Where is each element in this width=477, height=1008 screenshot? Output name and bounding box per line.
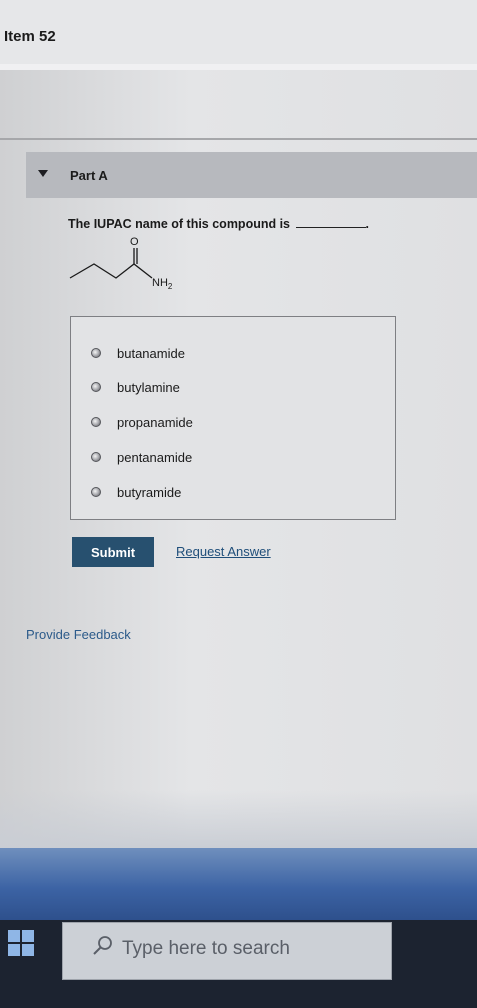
- provide-feedback-link[interactable]: Provide Feedback: [26, 627, 131, 642]
- answer-options: butanamide butylamine propanamide pentan…: [70, 316, 396, 520]
- radio-button[interactable]: [91, 452, 101, 462]
- page-bottom-fade: [0, 790, 477, 850]
- radio-button[interactable]: [91, 417, 101, 427]
- option-label: butanamide: [117, 345, 185, 361]
- triangle-down-icon[interactable]: [38, 170, 48, 177]
- desktop-background: [0, 848, 477, 922]
- option-label: pentanamide: [117, 449, 193, 465]
- question-prompt: The IUPAC name of this compound is: [68, 217, 291, 231]
- search-placeholder: Type here to search: [122, 938, 290, 959]
- oxygen-label: O: [130, 236, 139, 248]
- radio-button[interactable]: [91, 487, 101, 497]
- option-pentanamide[interactable]: pentanamide: [91, 448, 192, 466]
- option-label: propanamide: [117, 414, 193, 430]
- request-answer-link[interactable]: Request Answer: [176, 544, 271, 559]
- amine-subscript: 2: [168, 282, 173, 291]
- header-rule: [0, 64, 477, 70]
- start-tile: [22, 930, 34, 942]
- amine-label: NH2: [152, 277, 173, 291]
- option-label: butyramide: [117, 484, 182, 500]
- windows-start-icon[interactable]: [8, 930, 34, 956]
- answer-blank: [295, 227, 366, 228]
- radio-button[interactable]: [91, 348, 101, 358]
- molecule-structure: O NH2: [69, 236, 173, 291]
- search-icon: [93, 936, 112, 955]
- start-tile: [8, 930, 20, 942]
- option-butanamide[interactable]: butanamide: [91, 344, 185, 362]
- start-tile: [22, 944, 34, 956]
- page: Item 52 Part A The IUPAC name of this co…: [0, 0, 477, 1008]
- amine-group: NH: [152, 277, 168, 289]
- part-label[interactable]: Part A: [70, 168, 108, 183]
- option-label: butylamine: [117, 379, 180, 395]
- option-butylamine[interactable]: butylamine: [91, 378, 180, 396]
- question-text: The IUPAC name of this compound is .: [68, 217, 369, 231]
- radio-button[interactable]: [91, 382, 101, 392]
- carbon-chain: [69, 263, 153, 279]
- question-period: .: [365, 217, 369, 231]
- section-divider: [0, 138, 477, 140]
- submit-button[interactable]: Submit: [72, 537, 154, 567]
- option-propanamide[interactable]: propanamide: [91, 413, 193, 431]
- option-butyramide[interactable]: butyramide: [91, 483, 181, 501]
- start-tile: [8, 944, 20, 956]
- header-band: [0, 0, 477, 65]
- item-title: Item 52: [4, 28, 56, 45]
